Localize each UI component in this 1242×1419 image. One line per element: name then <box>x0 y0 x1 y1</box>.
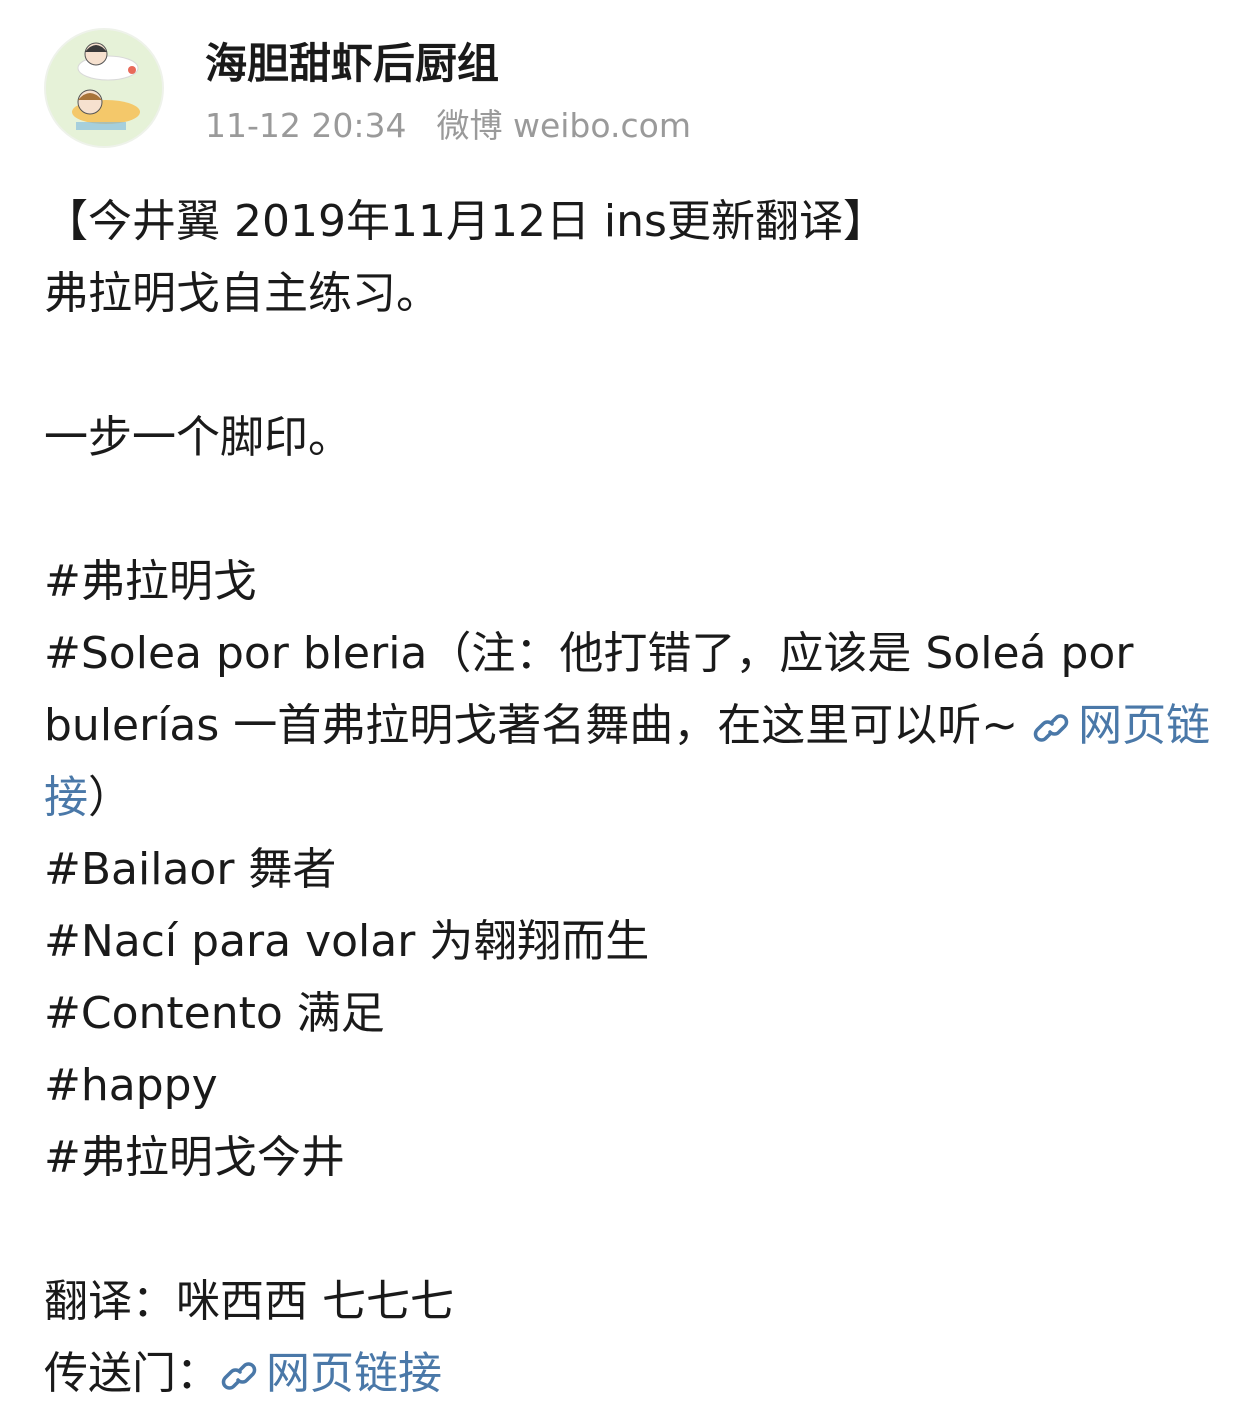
hashtag: #弗拉明戈今井 <box>44 1132 345 1183</box>
link-chain-icon <box>1033 714 1069 742</box>
post-source[interactable]: 微博 weibo.com <box>436 106 690 145</box>
hashtag: #happy <box>44 1060 218 1111</box>
post-title: 【今井翼 2019年11月12日 ins更新翻译】 <box>44 196 887 247</box>
content-line: 弗拉明戈自主练习。 <box>44 268 440 319</box>
portal-line: 传送门： 网页链接 <box>44 1338 1214 1410</box>
note-close: ） <box>88 772 132 823</box>
post-time: 11-12 20:34 <box>205 106 407 145</box>
author-name[interactable]: 海胆甜虾后厨组 <box>205 38 499 90</box>
content-line: 一步一个脚印。 <box>44 412 352 463</box>
hashtag: #弗拉明戈 <box>44 556 257 607</box>
hashtag: #Bailaor 舞者 <box>44 844 337 895</box>
translator-credit: 翻译：咪西西 七七七 <box>44 1276 454 1327</box>
post-header: 海胆甜虾后厨组 11-12 20:34 微博 weibo.com <box>0 0 1242 160</box>
avatar-illustration-icon <box>46 30 162 146</box>
note-text: #Solea por bleria（注：他打错了，应该是 Soleá por b… <box>44 628 1134 751</box>
hashtag-with-note: #Solea por bleria（注：他打错了，应该是 Soleá por b… <box>44 618 1214 834</box>
portal-web-link[interactable]: 网页链接 <box>220 1348 442 1399</box>
hashtag: #Nací para volar 为翱翔而生 <box>44 916 650 967</box>
post-meta: 11-12 20:34 微博 weibo.com <box>205 104 691 148</box>
post-content: 【今井翼 2019年11月12日 ins更新翻译】 弗拉明戈自主练习。 一步一个… <box>44 186 1214 1410</box>
hashtag: #Contento 满足 <box>44 988 385 1039</box>
portal-link-label: 网页链接 <box>266 1348 442 1399</box>
avatar[interactable] <box>44 28 164 148</box>
link-chain-icon <box>221 1362 257 1390</box>
portal-label: 传送门： <box>44 1348 220 1399</box>
